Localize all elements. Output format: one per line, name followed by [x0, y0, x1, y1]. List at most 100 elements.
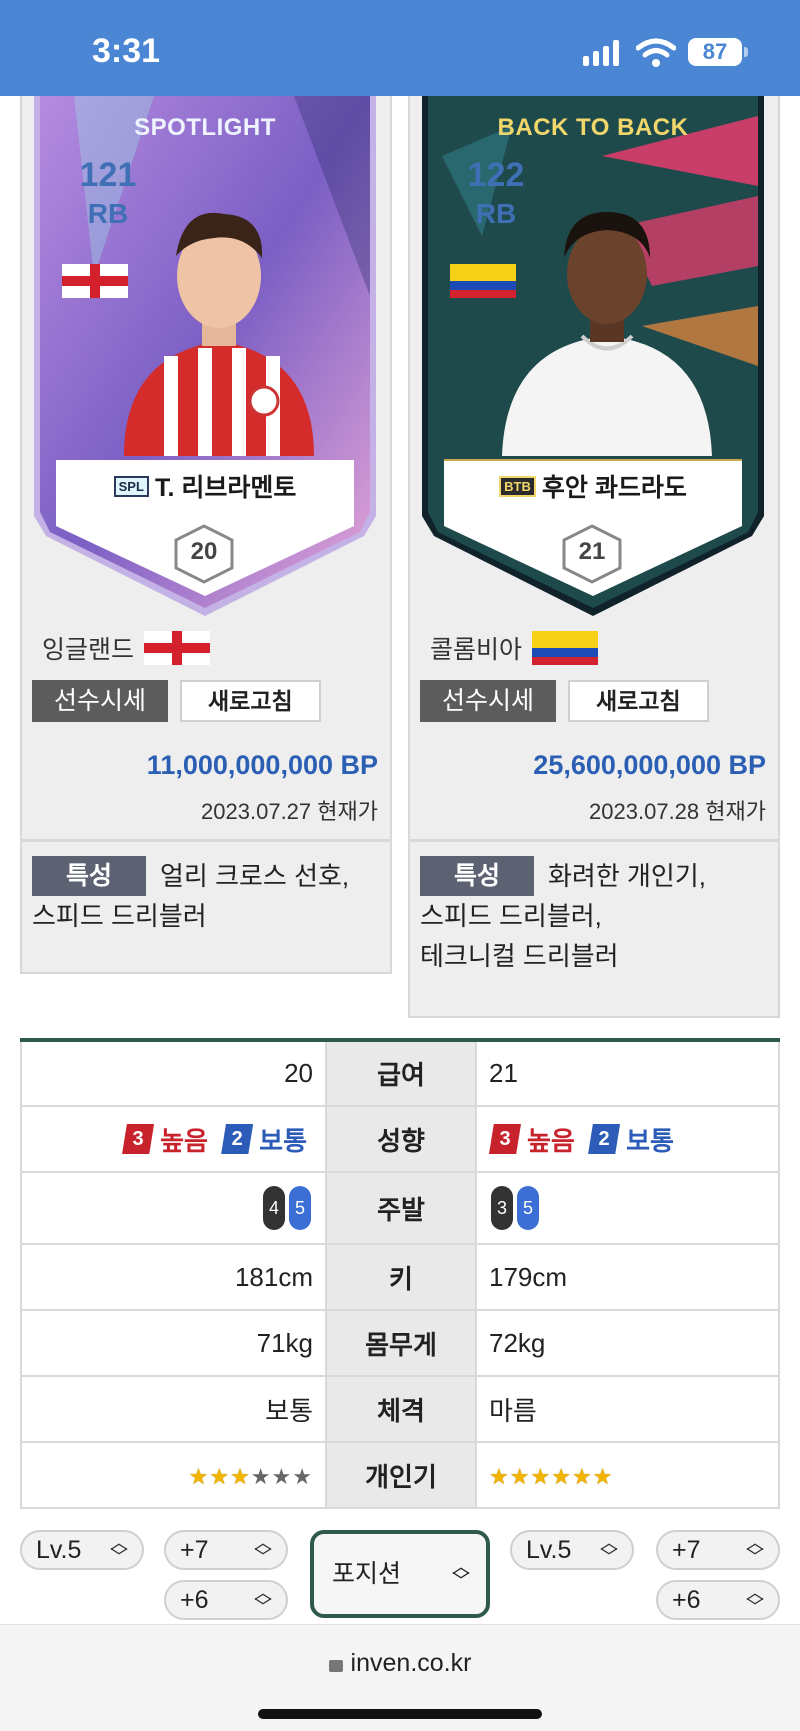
trait-text: 화려한 개인기,: [548, 861, 706, 891]
refresh-button[interactable]: 새로고침: [568, 680, 709, 722]
star-filled-icon: ★: [551, 1463, 572, 1489]
position-select[interactable]: 포지션 ︿ ﹀: [310, 1530, 490, 1618]
table-row: 181cm 키 179cm: [20, 1243, 780, 1311]
price-date: 2023.07.28 현재가: [589, 799, 766, 824]
left-level-select[interactable]: Lv.5 ︿ ﹀: [20, 1530, 144, 1570]
defense-rate-icon: 2: [221, 1124, 254, 1154]
program-badge: BTB: [499, 475, 536, 497]
body-type-left: 보통: [20, 1375, 327, 1443]
chevron-updown-icon: ︿ ﹀: [746, 1583, 764, 1617]
comparison-table: 20 급여 21 3 높음 2 보통 성향 3 높음 2 보통 45 주발 35 181…: [20, 1038, 780, 1509]
select-value: +7: [180, 1536, 209, 1564]
attack-rate-icon: 3: [489, 1124, 521, 1154]
player-card-left[interactable]: SPOTLIGHT 121 RB SPL T. 리브라멘토 20: [34, 96, 376, 616]
star-filled-icon: ★: [592, 1463, 614, 1489]
table-row: 71kg 몸무게 72kg: [20, 1309, 780, 1377]
url-text: inven.co.kr: [350, 1649, 472, 1677]
table-row: 보통 체격 마름: [20, 1375, 780, 1443]
player-name: 후안 콰드라도: [541, 474, 687, 502]
right-enhance-select-2[interactable]: +6 ︿ ﹀: [656, 1580, 780, 1620]
status-bar: 3:31 87: [0, 0, 800, 96]
right-foot-icon: 5: [517, 1186, 539, 1230]
star-filled-icon: ★: [188, 1463, 210, 1489]
weight-left: 71kg: [20, 1309, 327, 1377]
price-date: 2023.07.27 현재가: [201, 799, 378, 824]
trait-text: 얼리 크로스 선호,: [160, 861, 350, 891]
browser-bottom-bar: inven.co.kr: [0, 1624, 800, 1731]
player-card-right[interactable]: BACK TO BACK 122 RB BTB 후안 콰드라도 21: [422, 96, 764, 616]
left-foot-icon: 3: [491, 1186, 513, 1230]
height-left: 181cm: [20, 1243, 327, 1311]
select-value: 포지션: [332, 1560, 402, 1588]
chevron-updown-icon: ︿ ﹀: [746, 1533, 764, 1567]
table-row: 3 높음 2 보통 성향 3 높음 2 보통: [20, 1105, 780, 1173]
skill-stars-left: ★★★★★★: [189, 1464, 313, 1489]
star-empty-icon: ★: [271, 1463, 293, 1489]
table-row: ★★★★★★ 개인기 ★★★★★★: [20, 1441, 780, 1509]
card-overall: 121: [79, 156, 137, 194]
table-row: 45 주발 35: [20, 1171, 780, 1245]
battery-icon: 87: [688, 38, 742, 66]
player-panel-left: SPOTLIGHT 121 RB SPL T. 리브라멘토 20 잉글랜드 선수…: [20, 96, 392, 841]
chevron-updown-icon: ︿ ﹀: [110, 1533, 128, 1567]
price-button[interactable]: 선수시세: [420, 680, 557, 722]
trait-text: 테크니컬 드리블러: [420, 941, 619, 971]
address-bar[interactable]: inven.co.kr: [0, 1649, 800, 1678]
attack-rate: 높음: [527, 1125, 575, 1156]
card-overall: 122: [467, 156, 525, 194]
chevron-updown-icon: ︿ ﹀: [254, 1583, 272, 1617]
chevron-updown-icon: ︿ ﹀: [600, 1533, 618, 1567]
row-label-salary: 급여: [325, 1039, 477, 1107]
card-position: RB: [87, 198, 129, 229]
price-button[interactable]: 선수시세: [32, 680, 169, 722]
left-enhance-select[interactable]: +7 ︿ ﹀: [164, 1530, 288, 1570]
work-rate-right: 3 높음 2 보통: [475, 1105, 780, 1173]
select-value: +7: [672, 1536, 701, 1564]
left-enhance-select-2[interactable]: +6 ︿ ﹀: [164, 1580, 288, 1620]
attack-rate-icon: 3: [122, 1124, 155, 1154]
program-badge: SPL: [113, 475, 149, 497]
card-program-title: SPOTLIGHT: [134, 114, 276, 141]
row-label-work-rate: 성향: [325, 1105, 477, 1173]
row-label-skill: 개인기: [325, 1441, 477, 1509]
england-flag-icon: [144, 631, 211, 665]
star-empty-icon: ★: [250, 1463, 272, 1489]
star-filled-icon: ★: [489, 1463, 510, 1489]
defense-rate: 보통: [259, 1125, 307, 1156]
row-label-weight: 몸무게: [325, 1309, 477, 1377]
trait-text: 스피드 드리블러,: [420, 901, 602, 931]
traits-box-right: 특성 화려한 개인기, 스피드 드리블러, 테크니컬 드리블러: [408, 840, 780, 1018]
star-filled-icon: ★: [230, 1463, 251, 1489]
wifi-icon: [636, 38, 676, 67]
colombia-flag-icon: [532, 631, 599, 665]
defense-rate-icon: 2: [588, 1124, 621, 1154]
nation-label: 콜롬비아: [430, 636, 523, 664]
player-price: 25,600,000,000 BP: [533, 750, 766, 780]
star-empty-icon: ★: [292, 1463, 313, 1489]
salary-right: 21: [475, 1039, 780, 1107]
star-filled-icon: ★: [509, 1463, 531, 1489]
right-enhance-select[interactable]: +7 ︿ ﹀: [656, 1530, 780, 1570]
row-label-body-type: 체격: [325, 1375, 477, 1443]
height-right: 179cm: [475, 1243, 780, 1311]
colombia-flag-icon: [450, 264, 516, 298]
row-label-height: 키: [325, 1243, 477, 1311]
select-value: Lv.5: [526, 1536, 572, 1564]
defense-rate: 보통: [626, 1125, 674, 1156]
right-level-select[interactable]: Lv.5 ︿ ﹀: [510, 1530, 634, 1570]
card-salary: 20: [190, 538, 218, 565]
attack-rate: 높음: [160, 1125, 208, 1156]
trait-text: 스피드 드리블러: [32, 901, 207, 931]
work-rate-left: 3 높음 2 보통: [20, 1105, 327, 1173]
card-position: RB: [475, 198, 517, 229]
row-label-foot: 주발: [325, 1171, 477, 1245]
weight-right: 72kg: [475, 1309, 780, 1377]
clock: 3:31: [92, 32, 161, 70]
refresh-button[interactable]: 새로고침: [180, 680, 321, 722]
table-row: 20 급여 21: [20, 1039, 780, 1107]
foot-left: 45: [20, 1171, 327, 1245]
home-indicator[interactable]: [258, 1709, 542, 1719]
lock-icon: [328, 1660, 343, 1672]
select-value: +6: [672, 1586, 701, 1614]
chevron-updown-icon: ︿ ﹀: [254, 1533, 272, 1567]
